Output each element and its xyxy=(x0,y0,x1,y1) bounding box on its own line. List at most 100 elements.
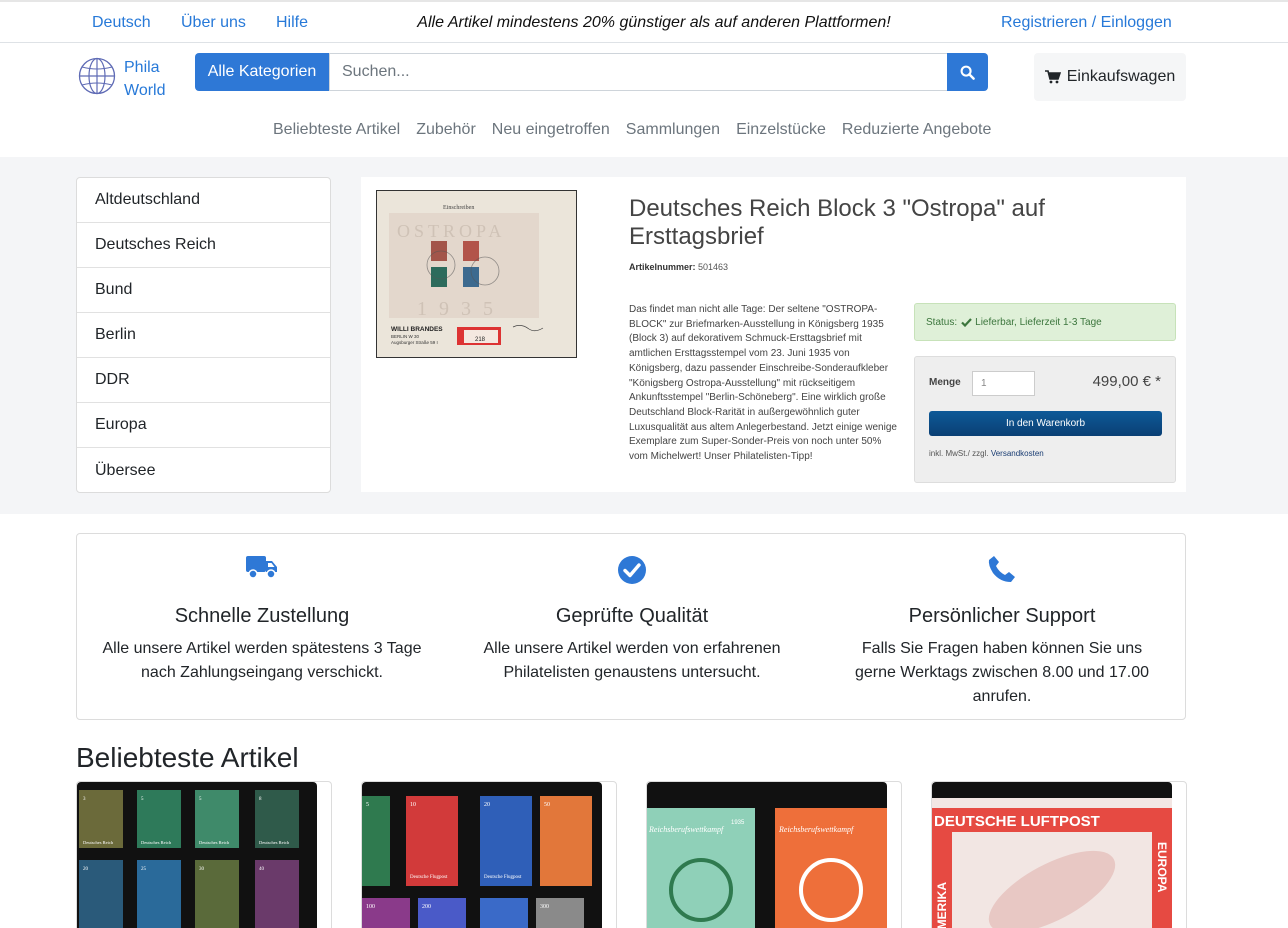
all-categories-button[interactable]: Alle Kategorien xyxy=(195,53,329,91)
category-list: Altdeutschland Deutsches Reich Bund Berl… xyxy=(76,177,331,493)
status-text: Lieferbar, Lieferzeit 1-3 Tage xyxy=(975,316,1102,328)
stamp-side-right: EUROPA xyxy=(1155,842,1169,893)
category-item-berlin[interactable]: Berlin xyxy=(77,313,330,358)
stamp-caption: Reichsberufswettkampf xyxy=(778,825,855,834)
stamp-value: 40 xyxy=(259,867,265,872)
product-card[interactable]: 3 5 5 8 20 25 30 40 Deutsches Reich Deut… xyxy=(76,781,332,928)
logo-text[interactable]: Phila World xyxy=(124,56,166,102)
cart-button[interactable]: Einkaufswagen xyxy=(1034,53,1186,101)
phone-icon xyxy=(988,556,1015,582)
image-text-ostropa: OSTROPA xyxy=(397,221,505,241)
product-card[interactable]: 5 10 20 50 100 200 300 Deutsche Flugpost… xyxy=(361,781,617,928)
search-icon xyxy=(960,65,975,80)
check-circle-icon xyxy=(618,556,646,584)
globe-logo-icon[interactable] xyxy=(78,57,116,95)
feature-fast-delivery: Schnelle Zustellung Alle unsere Artikel … xyxy=(77,534,447,721)
nav-item-reduced[interactable]: Reduzierte Angebote xyxy=(842,121,991,139)
help-link[interactable]: Hilfe xyxy=(276,14,308,32)
about-link[interactable]: Über uns xyxy=(181,14,246,32)
shipping-link[interactable]: Versandkosten xyxy=(991,449,1044,458)
stamp-caption: Deutsches Reich xyxy=(259,840,290,845)
featured-product-image[interactable]: Einschreiben OSTROPA 1935 WILLI BRANDES … xyxy=(376,190,577,358)
stamp-caption: Deutsches Reich xyxy=(199,840,230,845)
main-nav: Beliebteste Artikel Zubehör Neu eingetro… xyxy=(273,121,991,139)
category-item-uebersee[interactable]: Übersee xyxy=(77,448,330,492)
article-number-value: 501463 xyxy=(698,262,729,272)
stamp-value: 200 xyxy=(422,904,431,910)
stamp-value: 25 xyxy=(141,867,147,872)
stamp-side-left: AMERIKA xyxy=(935,882,949,928)
stamp-caption: Deutsches Reich xyxy=(141,840,172,845)
product-title[interactable]: Deutsches Reich Block 3 "Ostropa" auf Er… xyxy=(629,195,1159,251)
check-icon xyxy=(961,317,972,327)
image-text-address-1: BERLIN W 30 xyxy=(391,334,420,339)
stamp-caption: Deutsche Flugpost xyxy=(410,875,448,880)
image-text-address-2: Augsburger Straße 59 I xyxy=(391,340,438,345)
popular-section-title: Beliebteste Artikel xyxy=(76,742,299,773)
language-link[interactable]: Deutsch xyxy=(92,14,151,32)
feature-support: Persönlicher Support Falls Sie Fragen ha… xyxy=(817,534,1187,721)
category-item-bund[interactable]: Bund xyxy=(77,268,330,313)
promo-text: Alle Artikel mindestens 20% günstiger al… xyxy=(417,14,891,31)
status-label: Status: xyxy=(926,316,958,328)
logo-line-1: Phila xyxy=(124,59,160,76)
product-image[interactable]: DEUTSCHE LUFTPOST AMERIKA EUROPA xyxy=(932,782,1172,928)
article-number-label: Artikelnummer: xyxy=(629,262,696,272)
stamp-caption: DEUTSCHE LUFTPOST xyxy=(934,813,1100,830)
product-image[interactable]: 5 10 20 50 100 200 300 Deutsche Flugpost… xyxy=(362,782,602,928)
nav-item-accessories[interactable]: Zubehör xyxy=(416,121,476,139)
product-card[interactable]: Reichsberufswettkampf Reichsberufswettka… xyxy=(646,781,902,928)
stamp-value: 10 xyxy=(410,802,416,808)
stamp-caption: Deutsches Reich xyxy=(83,840,114,845)
stamp-value: 20 xyxy=(83,867,89,872)
shopping-cart-icon xyxy=(1044,70,1061,84)
quantity-input[interactable] xyxy=(972,371,1035,396)
login-link[interactable]: Registrieren / Einloggen xyxy=(1001,14,1172,32)
nav-item-popular[interactable]: Beliebteste Artikel xyxy=(273,121,400,139)
buy-box: Menge 499,00 € * In den Warenkorb inkl. … xyxy=(914,356,1176,483)
features-box: Schnelle Zustellung Alle unsere Artikel … xyxy=(76,533,1186,720)
vat-text: inkl. MwSt./ zzgl. xyxy=(929,449,989,458)
feature-text: Alle unsere Artikel werden von erfahrene… xyxy=(483,640,781,681)
product-description: Das findet man nicht alle Tage: Der selt… xyxy=(629,304,897,463)
status-badge: Status: Lieferbar, Lieferzeit 1-3 Tage xyxy=(914,303,1176,341)
feature-title: Persönlicher Support xyxy=(908,605,1096,627)
stamp-value: 300 xyxy=(540,904,549,910)
cart-label: Einkaufswagen xyxy=(1066,68,1176,85)
stamp-caption: Reichsberufswettkampf xyxy=(648,825,725,834)
product-card[interactable]: DEUTSCHE LUFTPOST AMERIKA EUROPA xyxy=(931,781,1187,928)
image-text-einschreiben: Einschreiben xyxy=(443,205,474,211)
product-image[interactable]: 3 5 5 8 20 25 30 40 Deutsches Reich Deut… xyxy=(77,782,317,928)
article-number: Artikelnummer: 501463 xyxy=(629,262,728,272)
nav-item-collections[interactable]: Sammlungen xyxy=(626,121,720,139)
add-to-cart-button[interactable]: In den Warenkorb xyxy=(929,411,1162,436)
category-item-altdeutschland[interactable]: Altdeutschland xyxy=(77,178,330,223)
category-item-ddr[interactable]: DDR xyxy=(77,358,330,403)
nav-item-single-items[interactable]: Einzelstücke xyxy=(736,121,826,139)
vat-note: inkl. MwSt./ zzgl. Versandkosten xyxy=(929,449,1044,458)
category-item-deutsches-reich[interactable]: Deutsches Reich xyxy=(77,223,330,268)
stamp-value: 100 xyxy=(366,904,375,910)
product-image[interactable]: Reichsberufswettkampf Reichsberufswettka… xyxy=(647,782,887,928)
nav-item-new[interactable]: Neu eingetroffen xyxy=(492,121,610,139)
image-text-year: 1935 xyxy=(417,298,505,320)
product-price: 499,00 € * xyxy=(1092,373,1161,390)
logo-line-2: World xyxy=(124,82,166,99)
image-text-label-number: 218 xyxy=(475,337,486,343)
stamp-year: 1935 xyxy=(731,820,745,826)
search-input[interactable] xyxy=(329,53,948,91)
search-button[interactable] xyxy=(947,53,988,91)
feature-quality: Geprüfte Qualität Alle unsere Artikel we… xyxy=(447,534,817,721)
stamp-caption: Deutsche Flugpost xyxy=(484,875,522,880)
feature-text: Alle unsere Artikel werden spätestens 3 … xyxy=(102,640,422,681)
feature-title: Schnelle Zustellung xyxy=(174,605,350,627)
stamp-value: 20 xyxy=(484,802,490,808)
category-item-europa[interactable]: Europa xyxy=(77,403,330,448)
featured-product: Einschreiben OSTROPA 1935 WILLI BRANDES … xyxy=(361,177,1186,492)
stamp-value: 50 xyxy=(544,802,550,808)
top-bar: Deutsch Über uns Hilfe Alle Artikel mind… xyxy=(0,0,1288,43)
image-text-sender: WILLI BRANDES xyxy=(391,326,443,333)
quantity-label: Menge xyxy=(929,377,961,388)
feature-title: Geprüfte Qualität xyxy=(555,605,709,627)
feature-text: Falls Sie Fragen haben können Sie uns ge… xyxy=(854,640,1150,705)
